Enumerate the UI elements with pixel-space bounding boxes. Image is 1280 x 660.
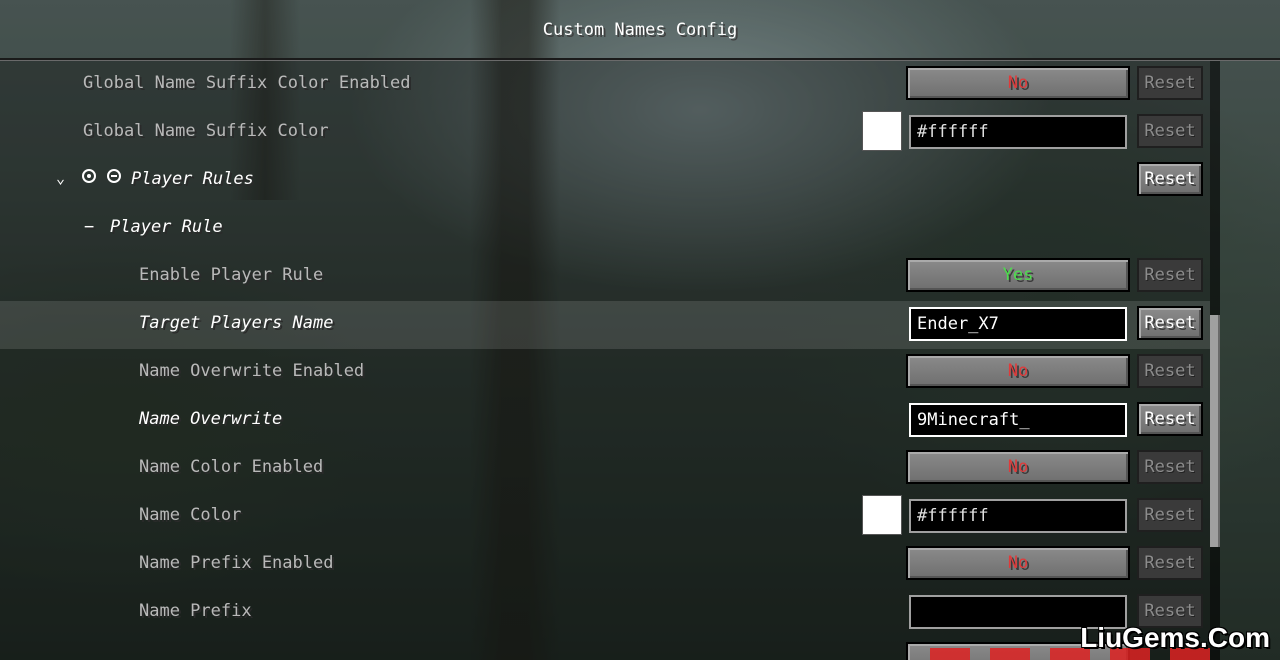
config-row-name-overwrite: Name Overwrite 9Minecraft_ Reset [0, 397, 1210, 445]
color-swatch[interactable] [862, 111, 902, 151]
option-label: Name Color [139, 505, 242, 525]
config-row-name-overwrite-enabled: Name Overwrite Enabled No Reset [0, 349, 1210, 397]
option-label: Name Overwrite [139, 409, 283, 429]
option-label: Global Name Suffix Color Enabled [83, 73, 411, 93]
reset-button[interactable]: Reset [1137, 114, 1203, 148]
remove-circle-icon[interactable] [107, 169, 121, 183]
toggle-value: No [1007, 73, 1029, 93]
config-row-suffix-color: Global Name Suffix Color #ffffff Reset [0, 109, 1210, 157]
category-label: Player Rules [131, 169, 254, 189]
title-bar: Custom Names Config [0, 0, 1280, 58]
toggle-button[interactable]: No [906, 450, 1130, 484]
toggle-button[interactable]: No [906, 354, 1130, 388]
toggle-value: Yes [1002, 265, 1034, 285]
toggle-button[interactable]: No [906, 546, 1130, 580]
config-row-target-players-name: Target Players Name Ender_X7 Reset [0, 301, 1210, 349]
toggle-button[interactable]: Yes [906, 258, 1130, 292]
config-list[interactable]: Global Name Suffix Color Enabled No Rese… [0, 61, 1210, 660]
reset-button[interactable]: Reset [1137, 306, 1203, 340]
text-input[interactable]: Ender_X7 [909, 307, 1127, 341]
reset-button[interactable]: Reset [1137, 162, 1203, 196]
config-row-name-prefix: Name Prefix Reset [0, 589, 1210, 637]
option-label: Name Prefix [139, 601, 252, 621]
toggle-value: No [1007, 553, 1029, 573]
option-label: Global Name Suffix Color [83, 121, 329, 141]
toggle-value: No [1007, 457, 1029, 477]
scrollbar-thumb[interactable] [1210, 315, 1220, 547]
color-hex-input[interactable]: #ffffff [909, 115, 1127, 149]
entry-row-player-rule[interactable]: − Player Rule [0, 205, 1210, 253]
option-label: Enable Player Rule [139, 265, 324, 285]
screen-title: Custom Names Config [542, 20, 738, 40]
config-row-suffix-color-enabled: Global Name Suffix Color Enabled No Rese… [0, 61, 1210, 109]
entry-label: Player Rule [110, 217, 223, 237]
reset-button[interactable]: Reset [1137, 498, 1203, 532]
config-row-name-prefix-enabled: Name Prefix Enabled No Reset [0, 541, 1210, 589]
category-row-player-rules[interactable]: ⌄ Player Rules Reset [0, 157, 1210, 205]
reset-button[interactable]: Reset [1137, 354, 1203, 388]
config-row-enable-player-rule: Enable Player Rule Yes Reset [0, 253, 1210, 301]
toggle-button[interactable]: No [906, 66, 1130, 100]
config-row-name-color: Name Color #ffffff Reset [0, 493, 1210, 541]
option-label: Target Players Name [139, 313, 334, 333]
option-label: Name Overwrite Enabled [139, 361, 365, 381]
reset-button[interactable]: Reset [1137, 402, 1203, 436]
option-label: Name Color Enabled [139, 457, 324, 477]
reset-button[interactable]: Reset [1137, 546, 1203, 580]
watermark: LiuGems.Com [1080, 622, 1270, 653]
reset-button[interactable]: Reset [1137, 258, 1203, 292]
option-label: Name Prefix Enabled [139, 553, 334, 573]
reset-button[interactable]: Reset [1137, 66, 1203, 100]
color-swatch[interactable] [862, 495, 902, 535]
chevron-down-icon[interactable]: ⌄ [56, 169, 65, 187]
reset-button[interactable]: Reset [1137, 450, 1203, 484]
collapse-minus-icon[interactable]: − [84, 217, 94, 237]
add-circle-icon[interactable] [82, 169, 96, 183]
color-hex-input[interactable]: #ffffff [909, 499, 1127, 533]
text-input[interactable]: 9Minecraft_ [909, 403, 1127, 437]
config-row-name-color-enabled: Name Color Enabled No Reset [0, 445, 1210, 493]
toggle-value: No [1007, 361, 1029, 381]
